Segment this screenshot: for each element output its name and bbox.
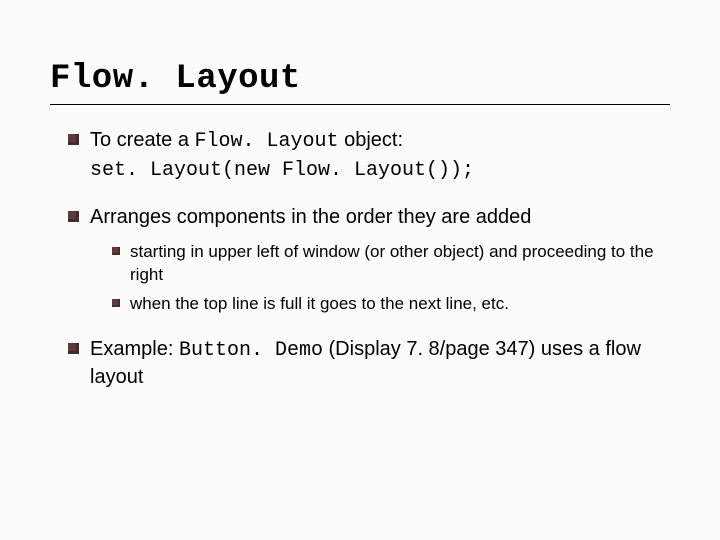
title-underline: [50, 104, 670, 105]
code-line: set. Layout(new Flow. Layout());: [90, 157, 670, 184]
sub-bullet-item: starting in upper left of window (or oth…: [112, 241, 670, 287]
inline-code: Flow. Layout: [195, 130, 339, 153]
bullet-item: Arranges components in the order they ar…: [68, 204, 670, 316]
bullet-list: To create a Flow. Layout object: set. La…: [50, 127, 670, 391]
bullet-text-pre: To create a: [90, 129, 195, 151]
bullet-item: To create a Flow. Layout object: set. La…: [68, 127, 670, 184]
bullet-text-post: object:: [339, 129, 403, 151]
bullet-item: Example: Button. Demo (Display 7. 8/page…: [68, 336, 670, 391]
slide: Flow. Layout To create a Flow. Layout ob…: [0, 0, 720, 540]
slide-title: Flow. Layout: [50, 60, 670, 98]
sub-bullet-list: starting in upper left of window (or oth…: [90, 241, 670, 316]
inline-code: Button. Demo: [179, 339, 323, 362]
bullet-text: Arranges components in the order they ar…: [90, 206, 531, 228]
bullet-text-pre: Example:: [90, 338, 179, 360]
sub-bullet-item: when the top line is full it goes to the…: [112, 293, 670, 316]
